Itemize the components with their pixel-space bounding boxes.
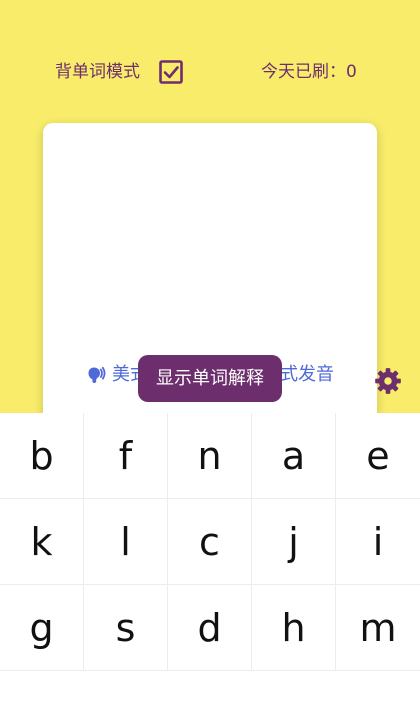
key[interactable]: m xyxy=(336,585,420,671)
key[interactable]: b xyxy=(0,413,84,499)
key[interactable]: k xyxy=(0,499,84,585)
key[interactable]: d xyxy=(168,585,252,671)
key[interactable]: l xyxy=(84,499,168,585)
key[interactable]: e xyxy=(336,413,420,499)
key[interactable]: j xyxy=(252,499,336,585)
mode-checkbox[interactable] xyxy=(159,60,183,84)
speaker-icon[interactable] xyxy=(86,365,106,385)
today-count-label: 今天已刷：0 xyxy=(261,62,357,82)
key[interactable]: h xyxy=(252,585,336,671)
key[interactable]: f xyxy=(84,413,168,499)
show-meaning-button[interactable]: 显示单词解释 xyxy=(138,355,282,402)
gear-icon[interactable] xyxy=(374,367,402,395)
top-bar: 背单词模式 今天已刷：0 xyxy=(0,52,420,92)
key[interactable]: c xyxy=(168,499,252,585)
letter-keyboard: b f n a e k l c j i g s d h m xyxy=(0,413,420,719)
key[interactable]: i xyxy=(336,499,420,585)
key[interactable]: n xyxy=(168,413,252,499)
key[interactable]: s xyxy=(84,585,168,671)
key[interactable]: a xyxy=(252,413,336,499)
key[interactable]: g xyxy=(0,585,84,671)
mode-label: 背单词模式 xyxy=(55,62,140,82)
